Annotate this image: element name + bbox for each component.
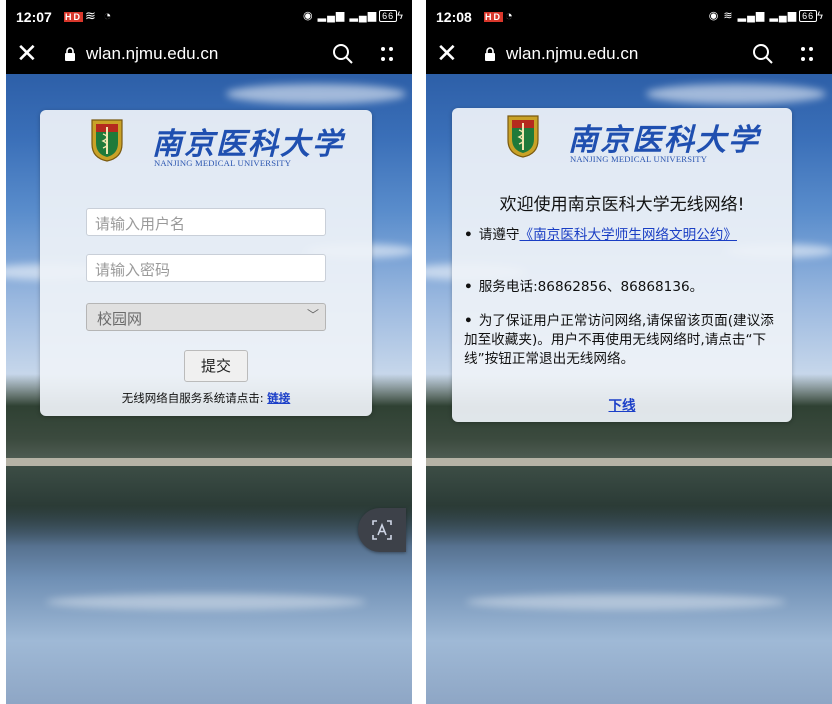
status-bar: 12:08 HD ◔ ◉ ≋ ▂▄▆ ▂▄▆ 66 ϟ [426, 0, 832, 36]
university-emblem-icon [507, 115, 539, 158]
network-select[interactable]: 校园网 ﹀ [86, 303, 326, 331]
bullet-icon: • [464, 227, 473, 243]
close-icon[interactable]: ✕ [436, 38, 458, 69]
browser-bar: ✕ wlan.njmu.edu.cn [426, 36, 832, 74]
status-left-icons: HD ◔ [484, 8, 515, 23]
notice-civility-text: 请遵守 [478, 227, 520, 243]
logo-english-name: NANJING MEDICAL UNIVERSITY [570, 154, 708, 164]
hd-icon: HD [64, 12, 83, 22]
cloud [226, 84, 406, 104]
charging-icon: ϟ [817, 10, 824, 22]
notice-civility: • 请遵守《南京医科大学师生网络文明公约》 [464, 226, 782, 245]
clock-icon: ◔ [505, 8, 515, 23]
status-bar: 12:07 HD ≋ ◔ ◉ ▂▄▆ ▂▄▆ 66 ϟ [6, 0, 412, 36]
lock-icon [65, 47, 75, 61]
wifi-icon: ≋ [723, 10, 734, 22]
close-icon[interactable]: ✕ [16, 38, 38, 69]
lake-bank [6, 458, 412, 466]
signal-icon: ▂▄▆ [737, 10, 766, 22]
notice-keep-page: • 为了保证用户正常访问网络,请保留该页面(建议添加至收藏夹)。用户不再使用无线网… [464, 312, 782, 369]
phone-screen-login: 12:07 HD ≋ ◔ ◉ ▂▄▆ ▂▄▆ 66 ϟ ✕ wlan.njmu.edu… [6, 0, 412, 704]
status-right-icons: ◉ ▂▄▆ ▂▄▆ 66 ϟ [303, 9, 404, 22]
logo-english-name: NANJING MEDICAL UNIVERSITY [154, 158, 292, 168]
eye-icon: ◉ [708, 10, 720, 22]
bullet-icon: • [464, 279, 473, 295]
wifi-icon: ≋ [85, 8, 98, 23]
eye-icon: ◉ [302, 10, 314, 22]
more-options-icon[interactable] [796, 43, 818, 65]
search-icon[interactable] [752, 43, 774, 65]
username-input[interactable]: 请输入用户名 [86, 208, 326, 236]
logo-chinese-name: 南京医科大学 [568, 123, 760, 158]
text-recognition-icon [372, 520, 392, 540]
logout-link[interactable]: 下线 [609, 398, 636, 414]
url-text[interactable]: wlan.njmu.edu.cn [86, 44, 218, 64]
charging-icon: ϟ [397, 10, 404, 22]
civility-pact-link[interactable]: 《南京医科大学师生网络文明公约》 [519, 227, 737, 243]
status-time: 12:08 [436, 9, 472, 25]
submit-button[interactable]: 提交 [184, 350, 248, 382]
clock-icon: ◔ [103, 8, 114, 23]
password-input[interactable]: 请输入密码 [86, 254, 326, 282]
logo-chinese-name: 南京医科大学 [152, 127, 344, 162]
selfservice-link[interactable]: 链接 [267, 391, 290, 405]
service-phone-text: 服务电话:86862856、86868136。 [478, 279, 704, 295]
welcome-card: 南京医科大学 NANJING MEDICAL UNIVERSITY 欢迎使用南京… [452, 108, 792, 422]
university-emblem-icon [91, 119, 123, 162]
status-right-icons: ◉ ≋ ▂▄▆ ▂▄▆ 66 ϟ [709, 9, 824, 22]
welcome-heading: 欢迎使用南京医科大学无线网络! [499, 195, 745, 215]
lake-reflection [6, 466, 412, 546]
chevron-down-icon: ﹀ [306, 308, 319, 322]
university-logo: 南京医科大学 NANJING MEDICAL UNIVERSITY [506, 114, 758, 170]
lock-icon [485, 47, 495, 61]
url-text[interactable]: wlan.njmu.edu.cn [506, 44, 638, 64]
search-icon[interactable] [332, 43, 354, 65]
lake-reflection [426, 466, 832, 546]
login-card: 南京医科大学 NANJING MEDICAL UNIVERSITY 请输入用户名… [40, 110, 372, 416]
notice-phone: • 服务电话:86862856、86868136。 [464, 278, 782, 297]
cloud-reflection [46, 594, 366, 610]
browser-bar: ✕ wlan.njmu.edu.cn [6, 36, 412, 74]
network-select-value: 校园网 [97, 310, 143, 328]
lake-bank [426, 458, 832, 466]
signal-icon: ▂▄▆ [317, 10, 346, 22]
hd-icon: HD [484, 12, 503, 22]
cloud-reflection [466, 594, 786, 610]
selfservice-line: 无线网络自服务系统请点击: 链接 [40, 390, 372, 406]
bullet-icon: • [464, 313, 473, 329]
more-options-icon[interactable] [376, 43, 398, 65]
status-time: 12:07 [16, 9, 52, 25]
selfservice-text: 无线网络自服务系统请点击: [121, 391, 264, 405]
status-left-icons: HD ≋ ◔ [64, 8, 113, 24]
phone-screen-welcome: 12:08 HD ◔ ◉ ≋ ▂▄▆ ▂▄▆ 66 ϟ ✕ wlan.njmu.edu… [426, 0, 832, 704]
keep-page-text: 为了保证用户正常访问网络,请保留该页面(建议添加至收藏夹)。用户不再使用无线网络… [464, 313, 774, 367]
battery-icon: 66 [379, 10, 398, 22]
floating-translate-button[interactable] [358, 508, 406, 552]
signal-icon-2: ▂▄▆ [769, 10, 798, 22]
battery-icon: 66 [799, 10, 818, 22]
signal-icon-2: ▂▄▆ [349, 10, 378, 22]
logout-line: 下线 [452, 394, 792, 414]
university-logo: 南京医科大学 NANJING MEDICAL UNIVERSITY [90, 118, 342, 174]
cloud [646, 84, 826, 104]
